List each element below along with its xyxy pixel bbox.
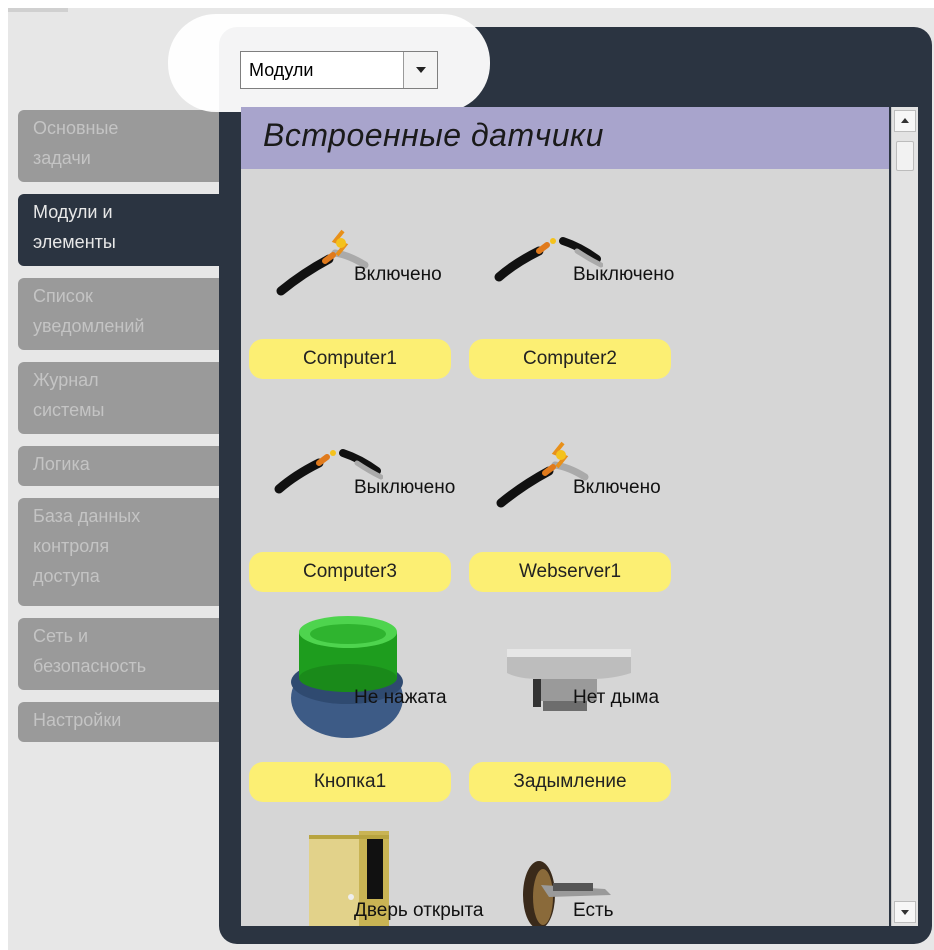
nav-item-label: Сеть и: [33, 626, 89, 646]
nav-item-label: Модули и: [33, 202, 113, 222]
device-name-label[interactable]: Computer2: [469, 339, 671, 379]
nav-item-logic[interactable]: Логика: [18, 446, 248, 486]
device-state-label: Дверь открыта: [354, 900, 484, 921]
nav-item-label: Список: [33, 286, 93, 306]
nav-item-main-tasks[interactable]: Основные задачи: [18, 110, 248, 182]
green-push-button-icon[interactable]: [289, 612, 413, 744]
nav-item-system-log[interactable]: Журнал системы: [18, 362, 248, 434]
device-name-label[interactable]: Computer1: [249, 339, 451, 379]
nav-item-access-db[interactable]: База данных контроля доступа: [18, 498, 248, 606]
nav-item-modules[interactable]: Модули и элементы: [18, 194, 248, 266]
sensor-list-area: Встроенные датчики Включено Computer1 Вы…: [241, 107, 889, 926]
device-state-label: Включено: [354, 264, 442, 285]
module-filter-select[interactable]: Модули: [240, 51, 438, 89]
device-state-label: Выключено: [354, 477, 456, 498]
nav-item-label: уведомлений: [33, 316, 145, 336]
plug-connected-spark-icon[interactable]: [493, 437, 589, 511]
scroll-up-icon[interactable]: [894, 110, 916, 132]
nav-item-label: Основные: [33, 118, 119, 138]
nav-item-label: элементы: [33, 232, 116, 252]
device-state-label: Не нажата: [354, 687, 447, 708]
nav-item-label: Настройки: [33, 710, 122, 730]
chevron-down-icon[interactable]: [403, 52, 437, 88]
plug-connected-spark-icon[interactable]: [273, 225, 369, 299]
nav-item-label: системы: [33, 400, 105, 420]
device-name-label[interactable]: Webserver1: [469, 552, 671, 592]
device-state-label: Нет дыма: [573, 687, 660, 708]
device-state-label: Включено: [573, 477, 661, 498]
select-value: Модули: [249, 60, 314, 80]
vertical-scrollbar[interactable]: [891, 107, 918, 926]
device-name-label[interactable]: Кнопка1: [249, 762, 451, 802]
scrollbar-thumb[interactable]: [896, 141, 914, 171]
nav-item-label: Журнал: [33, 370, 99, 390]
nav-item-label: База данных: [33, 506, 141, 526]
nav-item-label: безопасность: [33, 656, 147, 676]
top-edge-strip: [8, 8, 68, 12]
device-name-label[interactable]: Computer3: [249, 552, 451, 592]
section-header: Встроенные датчики: [241, 107, 889, 169]
nav-item-label: Логика: [33, 454, 90, 474]
nav-item-notifications[interactable]: Список уведомлений: [18, 278, 248, 350]
device-state-label: Выключено: [573, 264, 675, 285]
scroll-down-icon[interactable]: [894, 901, 916, 923]
nav-item-network-security[interactable]: Сеть и безопасность: [18, 618, 248, 690]
nav-item-label: доступа: [33, 566, 100, 586]
nav-item-settings[interactable]: Настройки: [18, 702, 248, 742]
device-name-label[interactable]: Задымление: [469, 762, 671, 802]
device-state-label: Есть: [573, 900, 614, 921]
nav-item-label: задачи: [33, 148, 91, 168]
section-title: Встроенные датчики: [263, 117, 604, 153]
nav-item-label: контроля: [33, 536, 110, 556]
